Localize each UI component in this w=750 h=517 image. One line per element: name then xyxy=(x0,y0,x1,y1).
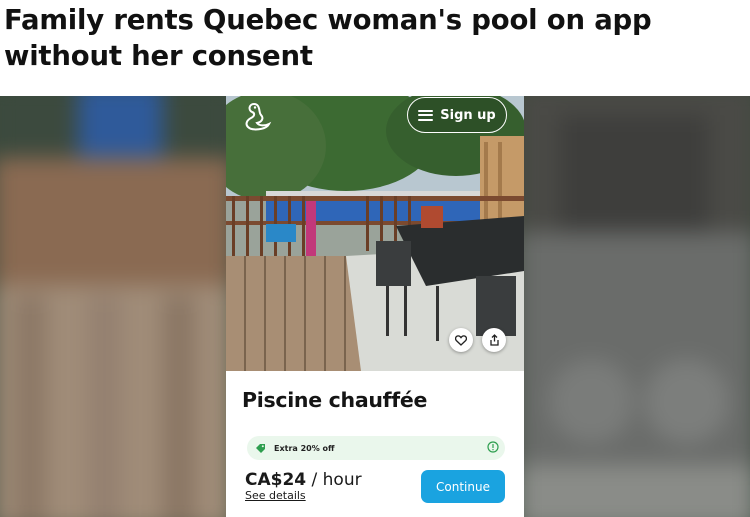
blurred-background-left xyxy=(0,96,233,517)
sign-up-label: Sign up xyxy=(440,107,496,123)
share-button[interactable] xyxy=(482,328,506,352)
heart-icon xyxy=(455,334,467,346)
info-icon[interactable] xyxy=(487,441,499,453)
price-amount: CA$24 xyxy=(245,470,307,490)
price-label: CA$24 / hour xyxy=(245,470,362,490)
listing-title: Piscine chauffée xyxy=(242,388,428,412)
promo-text: Extra 20% off xyxy=(274,443,335,453)
article-headline: Family rents Quebec woman's pool on app … xyxy=(4,4,652,72)
app-header: Sign up xyxy=(226,96,524,148)
app-screenshot: Sign up Piscine chauffée Extra 20% off C… xyxy=(226,96,524,517)
favorite-button[interactable] xyxy=(449,328,473,352)
sign-up-button[interactable]: Sign up xyxy=(407,97,507,133)
share-icon xyxy=(489,334,499,346)
promo-bar: Extra 20% off xyxy=(247,436,505,460)
swan-logo-icon[interactable] xyxy=(240,100,274,134)
menu-icon xyxy=(418,109,434,121)
continue-button[interactable]: Continue xyxy=(421,470,505,503)
see-details-link[interactable]: See details xyxy=(245,489,306,502)
blurred-background-right xyxy=(517,96,750,517)
price-unit: / hour xyxy=(306,470,362,490)
promo-banner[interactable]: Extra 20% off xyxy=(247,436,506,460)
tag-icon xyxy=(256,443,265,453)
article-photo: Sign up Piscine chauffée Extra 20% off C… xyxy=(0,96,750,517)
